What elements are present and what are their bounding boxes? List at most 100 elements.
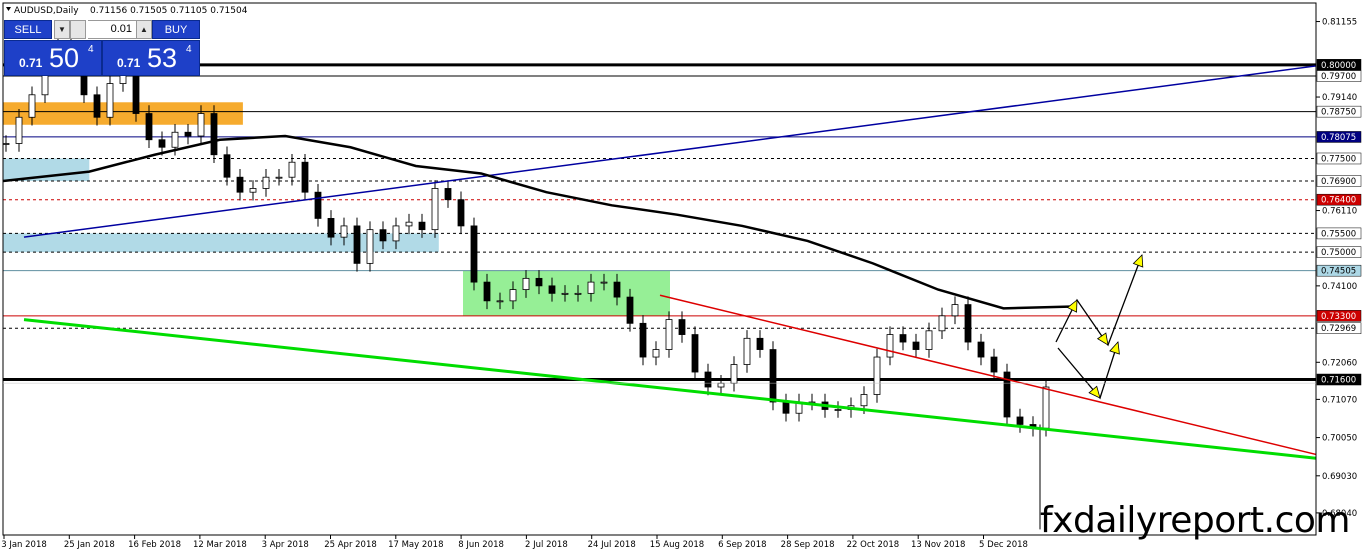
price-level-label: 0.72969 bbox=[1321, 324, 1356, 334]
candle-body bbox=[782, 401, 790, 414]
candle-body bbox=[938, 315, 946, 332]
candle-body bbox=[327, 218, 335, 238]
candle-body bbox=[860, 394, 868, 407]
sell-price-prefix: 0.71 bbox=[19, 56, 43, 70]
ohlc-label: 0.71156 0.71505 0.71105 0.71504 bbox=[90, 6, 248, 16]
candle-body bbox=[379, 229, 387, 242]
x-tick-label: 12 Mar 2018 bbox=[193, 540, 247, 550]
candle-body bbox=[678, 319, 686, 335]
candle-body bbox=[301, 161, 309, 193]
candle-body bbox=[457, 199, 465, 227]
x-tick-label: 15 Aug 2018 bbox=[650, 540, 704, 550]
candle-body bbox=[15, 116, 23, 144]
candle-body bbox=[28, 94, 36, 118]
x-tick-label: 25 Apr 2018 bbox=[324, 540, 377, 550]
candle-body bbox=[353, 225, 361, 264]
candle-body bbox=[548, 285, 556, 294]
candle-body bbox=[288, 161, 296, 178]
y-tick-label: 0.71070 bbox=[1322, 395, 1357, 405]
sell-price-pipette: 4 bbox=[88, 44, 94, 55]
candle-body bbox=[392, 225, 400, 242]
candle-body bbox=[769, 349, 777, 403]
candle-body bbox=[912, 341, 920, 350]
candle-body bbox=[691, 334, 699, 373]
candle-body bbox=[275, 176, 283, 179]
candle-body bbox=[158, 139, 166, 148]
candle-body bbox=[184, 131, 192, 137]
price-level-label: 0.76900 bbox=[1321, 177, 1356, 187]
buy-price-pipette: 4 bbox=[186, 44, 192, 55]
candle-body bbox=[652, 349, 660, 358]
x-tick-label: 3 Jan 2018 bbox=[1, 540, 47, 550]
zone-2 bbox=[3, 233, 439, 253]
candle-body bbox=[262, 176, 270, 189]
candle-body bbox=[834, 409, 842, 411]
candle-body bbox=[340, 225, 348, 238]
sell-price-box[interactable]: 0.71 50 4 bbox=[4, 40, 102, 76]
sell-button[interactable]: SELL bbox=[4, 20, 52, 39]
candle-body bbox=[613, 281, 621, 298]
y-tick-label: 0.76110 bbox=[1322, 207, 1357, 217]
price-level-label: 0.75000 bbox=[1321, 248, 1356, 258]
y-tick-label: 0.74100 bbox=[1322, 282, 1357, 292]
candle-body bbox=[171, 131, 179, 148]
one-click-trading-panel: SELL ▼ 0.01 ▲ BUY 0.71 50 4 0.71 53 4 bbox=[4, 20, 200, 76]
price-level-label: 0.78075 bbox=[1321, 133, 1356, 143]
candle-body bbox=[574, 292, 582, 295]
x-tick-label: 8 Jun 2018 bbox=[458, 540, 504, 550]
candle-body bbox=[717, 382, 725, 388]
candle-body bbox=[639, 322, 647, 358]
candle-body bbox=[600, 281, 608, 284]
price-level-label: 0.73300 bbox=[1321, 312, 1356, 322]
candle-body bbox=[1042, 386, 1050, 429]
x-tick-label: 25 Jan 2018 bbox=[64, 540, 115, 550]
price-level-label: 0.76400 bbox=[1321, 196, 1356, 206]
buy-price-prefix: 0.71 bbox=[117, 56, 141, 70]
lot-increase-icon[interactable]: ▲ bbox=[136, 20, 152, 39]
x-tick-label: 13 Nov 2018 bbox=[911, 540, 965, 550]
candle-body bbox=[977, 341, 985, 358]
buy-button[interactable]: BUY bbox=[152, 20, 200, 39]
candle-body bbox=[249, 188, 257, 193]
candle-body bbox=[756, 337, 764, 350]
price-level-label: 0.71600 bbox=[1321, 376, 1356, 386]
lot-decrease-icon[interactable]: ▼ bbox=[54, 20, 70, 39]
candle-body bbox=[509, 289, 517, 302]
candle-body bbox=[704, 371, 712, 388]
candle-body bbox=[431, 188, 439, 231]
candle-body bbox=[1016, 416, 1024, 425]
candle-body bbox=[2, 143, 10, 145]
candle-body bbox=[197, 113, 205, 137]
chart-canvas[interactable]: 0.811550.791400.761100.741000.720600.710… bbox=[0, 0, 1362, 554]
buy-price-box[interactable]: 0.71 53 4 bbox=[102, 40, 200, 76]
y-tick-label: 0.70050 bbox=[1322, 434, 1357, 444]
candle-body bbox=[236, 176, 244, 193]
x-tick-label: 22 Oct 2018 bbox=[847, 540, 900, 550]
candle-body bbox=[587, 281, 595, 294]
candle-body bbox=[93, 94, 101, 118]
candle-body bbox=[873, 356, 881, 395]
price-level-label: 0.77500 bbox=[1321, 154, 1356, 164]
candle-body bbox=[496, 300, 504, 303]
lot-size-input[interactable]: 0.01 bbox=[88, 20, 136, 39]
candle-body bbox=[886, 334, 894, 358]
y-tick-label: 0.69030 bbox=[1322, 472, 1357, 482]
price-level-label: 0.79700 bbox=[1321, 72, 1356, 82]
y-tick-label: 0.79140 bbox=[1322, 93, 1357, 103]
candle-body bbox=[470, 225, 478, 283]
candle-body bbox=[665, 319, 673, 350]
candle-body bbox=[405, 221, 413, 227]
candle-body bbox=[444, 188, 452, 201]
x-tick-label: 24 Jul 2018 bbox=[588, 540, 636, 550]
candle-body bbox=[483, 281, 491, 302]
symbol-label: AUDUSD,Daily bbox=[14, 6, 79, 16]
candle-body bbox=[366, 229, 374, 264]
y-tick-label: 0.81155 bbox=[1322, 18, 1357, 28]
candle-body bbox=[522, 277, 530, 291]
candle-body bbox=[314, 191, 322, 219]
x-tick-label: 28 Sep 2018 bbox=[781, 540, 835, 550]
x-tick-label: 17 May 2018 bbox=[388, 540, 443, 550]
price-level-label: 0.75500 bbox=[1321, 229, 1356, 239]
candle-body bbox=[899, 334, 907, 343]
lot-spacer-icon bbox=[70, 20, 86, 39]
